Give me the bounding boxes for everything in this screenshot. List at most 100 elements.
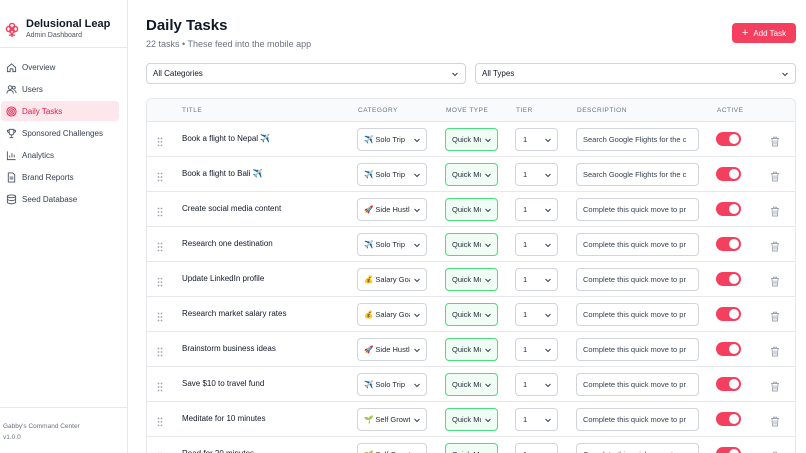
tier-select[interactable]: 1 xyxy=(515,303,558,326)
category-select[interactable]: ✈️ Solo Trip xyxy=(357,128,427,151)
task-title: Research one destination xyxy=(182,239,273,248)
drag-handle-icon[interactable] xyxy=(157,449,163,453)
trash-icon[interactable] xyxy=(770,204,780,217)
database-icon xyxy=(5,193,17,205)
add-task-button[interactable]: + Add Task xyxy=(732,23,796,43)
category-select[interactable]: 🚀 Side Hustle xyxy=(357,338,427,361)
move-type-select[interactable]: Quick Move xyxy=(445,233,498,256)
active-toggle[interactable] xyxy=(716,132,741,146)
category-select[interactable]: 💰 Salary Goal xyxy=(357,268,427,291)
category-select[interactable]: ✈️ Solo Trip xyxy=(357,163,427,186)
tier-select[interactable]: 1 xyxy=(515,268,558,291)
move-type-select[interactable]: Quick Move xyxy=(445,128,498,151)
category-value: 💰 Salary Goal xyxy=(364,275,410,284)
move-type-select[interactable]: Quick Move xyxy=(445,373,498,396)
active-toggle[interactable] xyxy=(716,272,741,286)
trash-icon[interactable] xyxy=(770,414,780,427)
table-row: Read for 20 minutes 🌱 Self Growth Quick … xyxy=(147,437,795,453)
move-type-select[interactable]: Quick Move xyxy=(445,268,498,291)
move-type-select[interactable]: Quick Move xyxy=(445,338,498,361)
active-toggle[interactable] xyxy=(716,202,741,216)
active-toggle[interactable] xyxy=(716,447,741,453)
tier-select[interactable]: 1 xyxy=(515,198,558,221)
category-select[interactable]: 🌱 Self Growth xyxy=(357,443,427,453)
description-input[interactable]: Complete this quick move to pr xyxy=(576,338,699,361)
move-type-select[interactable]: Quick Move xyxy=(445,303,498,326)
active-toggle[interactable] xyxy=(716,237,741,251)
category-select[interactable]: ✈️ Solo Trip xyxy=(357,233,427,256)
trash-icon[interactable] xyxy=(770,169,780,182)
trash-icon[interactable] xyxy=(770,344,780,357)
chevron-down-icon xyxy=(414,173,420,178)
tier-select[interactable]: 1 xyxy=(515,163,558,186)
description-input[interactable]: Search Google Flights for the c xyxy=(576,163,699,186)
trash-icon[interactable] xyxy=(770,134,780,147)
trash-icon[interactable] xyxy=(770,274,780,287)
drag-handle-icon[interactable] xyxy=(157,169,163,182)
active-toggle[interactable] xyxy=(716,377,741,391)
description-input[interactable]: Complete this quick move to pr xyxy=(576,303,699,326)
description-input[interactable]: Complete this quick move to pr xyxy=(576,373,699,396)
type-filter-select[interactable]: All Types xyxy=(475,63,796,84)
description-input[interactable]: Search Google Flights for the c xyxy=(576,128,699,151)
tier-select[interactable]: 1 xyxy=(515,128,558,151)
move-type-select[interactable]: Quick Move xyxy=(445,198,498,221)
drag-handle-icon[interactable] xyxy=(157,134,163,147)
tier-select[interactable]: 1 xyxy=(515,373,558,396)
tier-select[interactable]: 1 xyxy=(515,408,558,431)
description-input[interactable]: Complete this quick move to pr xyxy=(576,198,699,221)
sidebar-item-label: Seed Database xyxy=(22,194,78,204)
task-title: Update LinkedIn profile xyxy=(182,274,265,283)
tier-select[interactable]: 1 xyxy=(515,338,558,361)
sidebar-item-overview[interactable]: Overview xyxy=(1,57,119,77)
chevron-down-icon xyxy=(450,69,460,79)
chevron-down-icon xyxy=(414,138,420,143)
sidebar-item-users[interactable]: Users xyxy=(1,79,119,99)
active-toggle[interactable] xyxy=(716,412,741,426)
drag-handle-icon[interactable] xyxy=(157,414,163,427)
category-select[interactable]: 💰 Salary Goal xyxy=(357,303,427,326)
trash-icon[interactable] xyxy=(770,449,780,453)
chevron-down-icon xyxy=(545,173,551,178)
category-select[interactable]: 🌱 Self Growth xyxy=(357,408,427,431)
category-select[interactable]: 🚀 Side Hustle xyxy=(357,198,427,221)
description-value: Complete this quick move to pr xyxy=(583,345,686,354)
drag-handle-icon[interactable] xyxy=(157,309,163,322)
trash-icon[interactable] xyxy=(770,239,780,252)
move-type-select[interactable]: Quick Move xyxy=(445,443,498,453)
description-input[interactable]: Complete this quick move to pr xyxy=(576,233,699,256)
trash-icon[interactable] xyxy=(770,309,780,322)
drag-handle-icon[interactable] xyxy=(157,204,163,217)
active-toggle[interactable] xyxy=(716,167,741,181)
category-filter-select[interactable]: All Categories xyxy=(146,63,466,84)
sidebar-item-seed-database[interactable]: Seed Database xyxy=(1,189,119,209)
trash-icon[interactable] xyxy=(770,379,780,392)
sidebar-item-analytics[interactable]: Analytics xyxy=(1,145,119,165)
sidebar-item-label: Daily Tasks xyxy=(22,106,63,116)
description-input[interactable]: Complete this quick move to pr xyxy=(576,408,699,431)
chevron-down-icon xyxy=(485,243,491,248)
main-content: Daily Tasks 22 tasks • These feed into t… xyxy=(129,0,806,453)
move-type-select[interactable]: Quick Move xyxy=(445,163,498,186)
description-input[interactable]: Complete this quick move to pr xyxy=(576,268,699,291)
tier-value: 1 xyxy=(523,205,528,214)
drag-handle-icon[interactable] xyxy=(157,344,163,357)
description-input[interactable]: Complete this quick move to pr xyxy=(576,443,699,453)
move-type-value: Quick Move xyxy=(452,240,481,249)
move-type-select[interactable]: Quick Move xyxy=(445,408,498,431)
task-title: Brainstorm business ideas xyxy=(182,344,276,353)
sidebar-item-daily-tasks[interactable]: Daily Tasks xyxy=(1,101,119,121)
tier-select[interactable]: 1 xyxy=(515,443,558,453)
active-toggle[interactable] xyxy=(716,307,741,321)
drag-handle-icon[interactable] xyxy=(157,239,163,252)
move-type-value: Quick Move xyxy=(452,415,481,424)
active-toggle[interactable] xyxy=(716,342,741,356)
drag-handle-icon[interactable] xyxy=(157,379,163,392)
table-row: Update LinkedIn profile 💰 Salary Goal Qu… xyxy=(147,262,795,297)
tier-select[interactable]: 1 xyxy=(515,233,558,256)
drag-handle-icon[interactable] xyxy=(157,274,163,287)
sidebar-item-sponsored-challenges[interactable]: Sponsored Challenges xyxy=(1,123,119,143)
category-filter-value: All Categories xyxy=(153,69,203,78)
sidebar-item-brand-reports[interactable]: Brand Reports xyxy=(1,167,119,187)
category-select[interactable]: ✈️ Solo Trip xyxy=(357,373,427,396)
